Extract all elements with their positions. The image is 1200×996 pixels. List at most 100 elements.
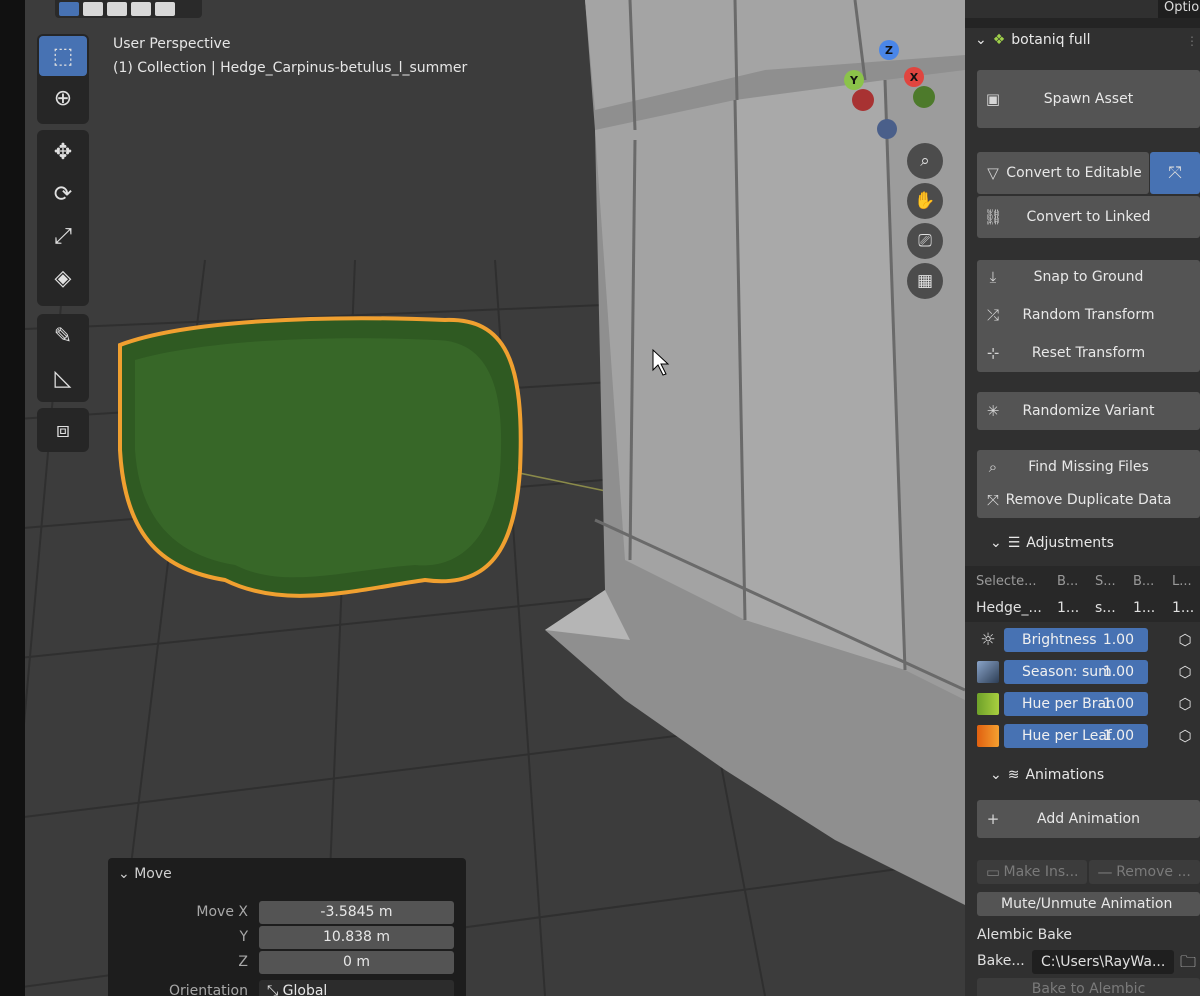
move-x-field[interactable]: -3.5845 m: [259, 901, 454, 924]
transform-icon[interactable]: ◈: [39, 258, 87, 298]
column-header[interactable]: Selecte...: [976, 574, 1037, 589]
folder-icon[interactable]: 🗀: [1177, 951, 1199, 973]
gizmo-z-axis[interactable]: Z: [879, 40, 899, 60]
botaniq-logo-icon: ❖: [992, 32, 1006, 48]
sidebar-top-strip: [965, 18, 1200, 28]
move-panel-header[interactable]: ⌄ Move: [118, 866, 172, 882]
hue-branch-row: Hue per Bran 1.00 ⬡: [977, 692, 1200, 716]
move-z-label: Z: [238, 954, 248, 970]
season-icon: [977, 661, 999, 683]
reset-transform-button[interactable]: ⊹ Reset Transform: [977, 336, 1200, 370]
bake-to-alembic-button[interactable]: Bake to Alembic: [977, 978, 1200, 996]
mode-invert-icon[interactable]: [131, 2, 151, 16]
convert-toggle-icon[interactable]: ⤧: [1150, 152, 1200, 194]
viewport-scene: [25, 0, 965, 996]
pencil-icon[interactable]: ✎: [39, 316, 87, 356]
column-header[interactable]: S...: [1095, 574, 1116, 589]
sliders-icon: ☰: [1007, 535, 1021, 551]
spawn-asset-button[interactable]: ▣ Spawn Asset: [977, 70, 1200, 128]
view-title: User Perspective: [113, 36, 231, 52]
column-header[interactable]: B...: [1133, 574, 1154, 589]
options-tab[interactable]: Options: [1158, 0, 1200, 18]
add-cube-icon[interactable]: ⧈: [39, 410, 87, 450]
selection-mode-toolbar[interactable]: [55, 0, 202, 18]
hue-leaf-slider[interactable]: Hue per Leaf 1.00: [1004, 724, 1148, 748]
season-slider[interactable]: Season: sum 1.00: [1004, 660, 1148, 684]
mode-new-icon[interactable]: [59, 2, 79, 16]
adjustments-header[interactable]: ⌄ ☰ Adjustments: [990, 535, 1114, 551]
move-y-field[interactable]: 10.838 m: [259, 926, 454, 949]
move-x-row: Move X -3.5845 m: [108, 901, 466, 925]
table-cell[interactable]: s...: [1095, 600, 1116, 616]
tool-group-annotate: ✎ ◺: [37, 314, 89, 402]
chevron-down-icon: ⌄: [990, 767, 1002, 783]
brightness-slider[interactable]: Brightness 1.00: [1004, 628, 1148, 652]
table-cell[interactable]: Hedge_...: [976, 600, 1042, 616]
alembic-bake-label: Alembic Bake: [977, 927, 1073, 943]
move-x-label: Move X: [196, 904, 248, 920]
reset-axes-icon: ⊹: [986, 344, 1000, 362]
make-instance-button[interactable]: ▭ Make Ins...: [977, 860, 1087, 884]
addon-header[interactable]: ⌄ ❖ botaniq full: [975, 32, 1091, 48]
gizmo-x-axis[interactable]: X: [904, 67, 924, 87]
mode-extend-icon[interactable]: [83, 2, 103, 16]
move-arrows-icon[interactable]: ✥: [39, 132, 87, 172]
spawn-icon: ▣: [985, 90, 1001, 108]
remove-button[interactable]: — Remove ...: [1089, 860, 1200, 884]
hue-leaf-row: Hue per Leaf 1.00 ⬡: [977, 724, 1200, 748]
table-cell[interactable]: 1...: [1172, 600, 1194, 616]
minus-icon: —: [1097, 863, 1113, 881]
move-z-field[interactable]: 0 m: [259, 951, 454, 974]
window-left-edge: [0, 0, 25, 996]
convert-editable-icon: ▽: [987, 164, 999, 182]
camera-icon[interactable]: ⎚: [907, 223, 943, 259]
view-collection-label: (1) Collection | Hedge_Carpinus-betulus_…: [113, 60, 468, 76]
hue-branch-slider[interactable]: Hue per Bran 1.00: [1004, 692, 1148, 716]
gizmo-neg-y[interactable]: [913, 86, 935, 108]
snap-down-icon: ⤓: [989, 268, 997, 286]
orientation-select[interactable]: ⤡ Global: [259, 980, 454, 996]
column-header[interactable]: B...: [1057, 574, 1078, 589]
move-y-row: Y 10.838 m: [108, 926, 466, 950]
remove-duplicate-button[interactable]: ⤧ Remove Duplicate Data: [977, 483, 1200, 517]
tool-group-transform: ✥ ⟳ ⤢ ◈: [37, 130, 89, 306]
cube-icon[interactable]: ⬡: [1175, 630, 1195, 650]
scale-icon[interactable]: ⤢: [39, 216, 87, 256]
orientation-axis-icon: ⤡: [267, 983, 283, 996]
3d-viewport[interactable]: User Perspective (1) Collection | Hedge_…: [25, 0, 965, 996]
mute-unmute-button[interactable]: Mute/Unmute Animation: [977, 892, 1200, 916]
gizmo-y-axis[interactable]: Y: [844, 70, 864, 90]
add-animation-button[interactable]: + Add Animation: [977, 800, 1200, 838]
drag-handle-icon[interactable]: ⋮⋮: [1186, 34, 1200, 48]
animations-header[interactable]: ⌄ ≋ Animations: [990, 767, 1104, 783]
mode-subtract-icon[interactable]: [107, 2, 127, 16]
random-transform-button[interactable]: ⤮ Random Transform: [977, 298, 1200, 332]
gizmo-neg-z[interactable]: [877, 119, 897, 139]
gizmo-neg-x[interactable]: [852, 89, 874, 111]
table-cell[interactable]: 1...: [1133, 600, 1155, 616]
convert-editable-button[interactable]: ▽ Convert to Editable: [977, 152, 1149, 194]
bake-path-field[interactable]: C:\Users\RayWa...: [1032, 950, 1174, 974]
cube-icon[interactable]: ⬡: [1175, 694, 1195, 714]
convert-linked-button[interactable]: ⛓ Convert to Linked: [977, 196, 1200, 238]
cube-icon[interactable]: ⬡: [1175, 726, 1195, 746]
mode-intersect-icon[interactable]: [155, 2, 175, 16]
pan-hand-icon[interactable]: ✋: [907, 183, 943, 219]
randomize-variant-button[interactable]: ✳ Randomize Variant: [977, 392, 1200, 430]
tool-group-select: ⬚ ⊕: [37, 34, 89, 124]
rotate-icon[interactable]: ⟳: [39, 174, 87, 214]
cube-icon[interactable]: ⬡: [1175, 662, 1195, 682]
find-missing-button[interactable]: ⌕ Find Missing Files: [977, 450, 1200, 484]
column-header[interactable]: L...: [1172, 574, 1192, 589]
table-cell[interactable]: 1...: [1057, 600, 1079, 616]
cursor-arrow-icon[interactable]: ⬚: [39, 36, 87, 76]
grid-view-icon[interactable]: ▦: [907, 263, 943, 299]
season-row: Season: sum 1.00 ⬡: [977, 660, 1200, 684]
crosshair-icon[interactable]: ⊕: [39, 78, 87, 118]
bake-path-label: Bake...: [977, 953, 1025, 969]
zoom-icon[interactable]: ⌕: [907, 143, 943, 179]
chevron-down-icon: ⌄: [975, 32, 987, 48]
snap-ground-button[interactable]: ⤓ Snap to Ground: [977, 260, 1200, 294]
wind-icon: ≋: [1007, 767, 1020, 783]
ruler-icon[interactable]: ◺: [39, 358, 87, 398]
